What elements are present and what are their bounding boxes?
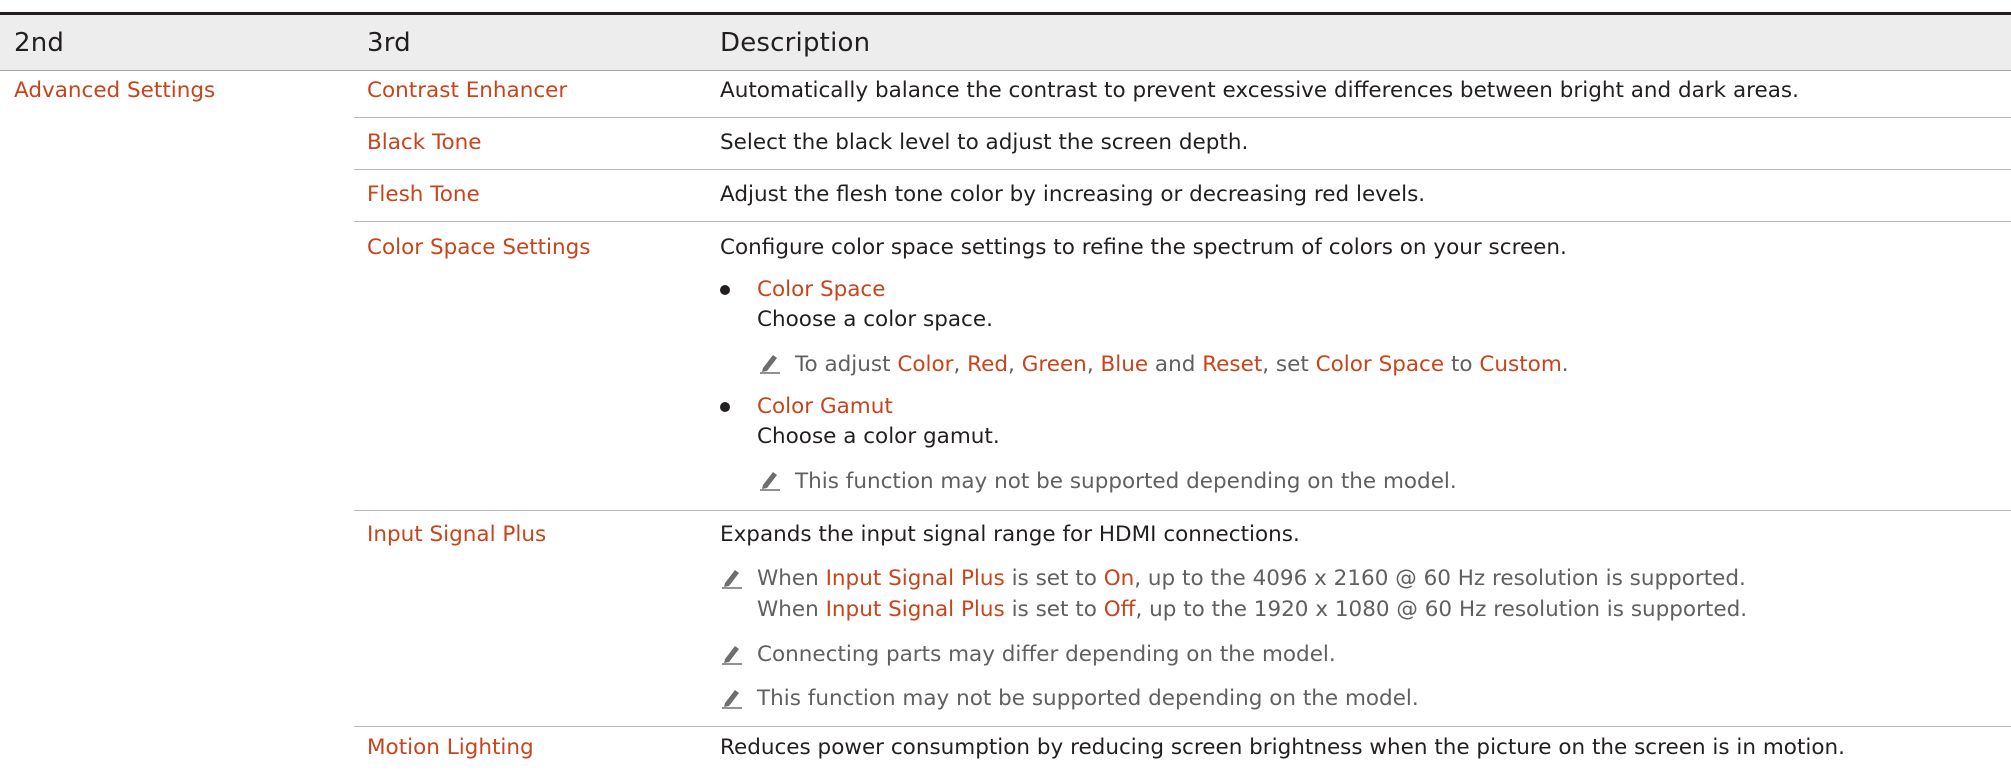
header-2nd: 2nd — [14, 28, 65, 58]
menu-advanced-settings: Advanced Settings — [14, 78, 216, 103]
flesh-tone-description: Adjust the flesh tone color by increasin… — [720, 182, 1426, 207]
table-header: 2nd 3rd Description — [0, 15, 2011, 71]
bullet-icon — [720, 285, 730, 295]
pencil-note-icon — [760, 355, 780, 374]
row-divider — [354, 510, 2011, 511]
input-signal-off-note: When Input Signal Plus is set to Off, up… — [757, 597, 1748, 622]
connecting-parts-note: Connecting parts may differ depending on… — [757, 642, 1336, 667]
settings-table: 2nd 3rd Description Advanced Settings Co… — [0, 0, 2011, 770]
header-3rd: 3rd — [367, 28, 411, 58]
color-gamut-note: This function may not be supported depen… — [795, 469, 1457, 494]
menu-black-tone: Black Tone — [367, 130, 482, 155]
black-tone-description: Select the black level to adjust the scr… — [720, 130, 1249, 155]
pencil-note-icon — [722, 646, 742, 665]
menu-contrast-enhancer: Contrast Enhancer — [367, 78, 568, 103]
color-gamut-title: Color Gamut — [757, 394, 893, 419]
color-space-title: Color Space — [757, 277, 886, 302]
row-divider — [354, 726, 2011, 727]
menu-motion-lighting: Motion Lighting — [367, 735, 534, 760]
color-space-description: Choose a color space. — [757, 307, 993, 332]
pencil-note-icon — [722, 690, 742, 709]
menu-flesh-tone: Flesh Tone — [367, 182, 480, 207]
color-space-note: To adjust Color, Red, Green, Blue and Re… — [795, 352, 1569, 377]
pencil-note-icon — [722, 570, 742, 589]
bullet-icon — [720, 402, 730, 412]
motion-lighting-description: Reduces power consumption by reducing sc… — [720, 735, 1845, 760]
contrast-description: Automatically balance the contrast to pr… — [720, 78, 1799, 103]
color-gamut-description: Choose a color gamut. — [757, 424, 1000, 449]
menu-input-signal-plus: Input Signal Plus — [367, 522, 547, 547]
menu-color-space-settings: Color Space Settings — [367, 235, 591, 260]
input-signal-plus-description: Expands the input signal range for HDMI … — [720, 522, 1300, 547]
model-support-note: This function may not be supported depen… — [757, 686, 1419, 711]
input-signal-on-note: When Input Signal Plus is set to On, up … — [757, 566, 1746, 591]
color-space-settings-description: Configure color space settings to refine… — [720, 235, 1567, 260]
row-divider — [354, 221, 2011, 222]
row-divider — [354, 117, 2011, 118]
pencil-note-icon — [760, 472, 780, 491]
row-divider — [354, 169, 2011, 170]
header-description: Description — [720, 28, 871, 58]
